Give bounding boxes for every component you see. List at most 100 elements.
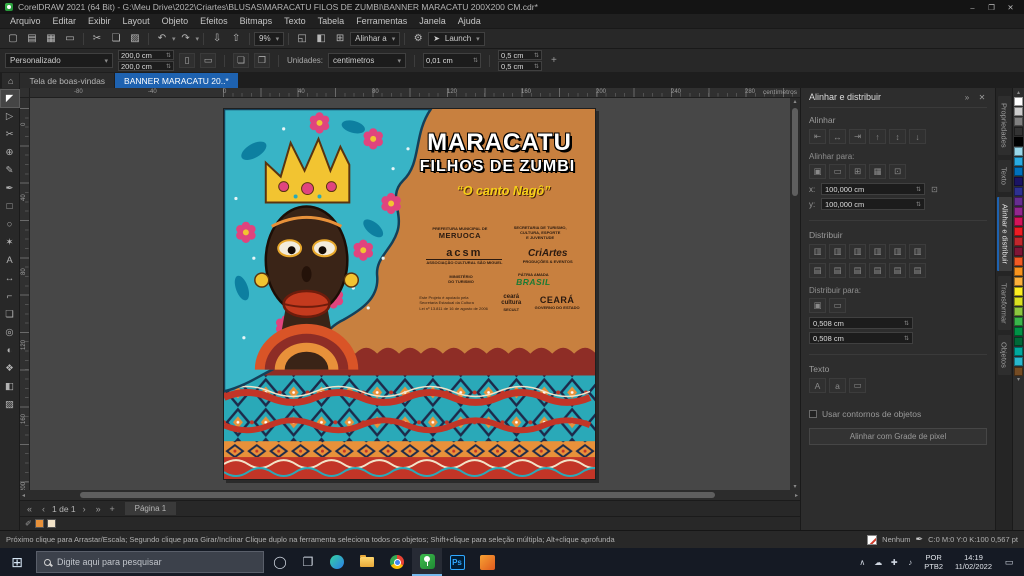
cortana-icon[interactable]: ◯ <box>266 548 294 576</box>
vertical-scrollbar[interactable]: ▴ ▾ <box>790 98 800 490</box>
distribute-extent-page-button[interactable]: ▭ <box>829 298 846 313</box>
spinner-icon[interactable]: ⇅ <box>534 52 539 59</box>
menu-efeitos[interactable]: Efeitos <box>194 15 234 27</box>
spinner-icon[interactable]: ⇅ <box>166 52 171 59</box>
align-page-center-button[interactable]: ⊞ <box>849 164 866 179</box>
scroll-down-icon[interactable]: ▾ <box>793 483 796 490</box>
align-specified-point-button[interactable]: ⊡ <box>889 164 906 179</box>
distribute-h-spacing-field[interactable]: 0,508 cm ⇅ <box>809 317 913 329</box>
distribute-extent-selection-button[interactable]: ▣ <box>809 298 826 313</box>
maximize-button[interactable]: ❐ <box>983 1 1000 13</box>
color-swatch[interactable] <box>1014 157 1023 166</box>
parallel-dimension-tool[interactable]: ↔ <box>1 270 19 287</box>
color-swatch[interactable] <box>1014 277 1023 286</box>
new-document-icon[interactable]: ▢ <box>4 31 22 47</box>
distribute-v-button[interactable]: ▤ <box>829 263 846 278</box>
docker-tab-texto[interactable]: Texto <box>998 160 1011 192</box>
artistic-media-tool[interactable]: ✒ <box>1 180 19 197</box>
snap-toggle-icon[interactable]: ⊞ <box>331 31 349 47</box>
use-object-outline-option[interactable]: Usar contornos de objetos <box>809 409 987 419</box>
add-page-button[interactable]: + <box>107 504 118 514</box>
distribute-h-button[interactable]: ▥ <box>889 244 906 259</box>
align-page-edge-button[interactable]: ▭ <box>829 164 846 179</box>
color-swatch[interactable] <box>1014 187 1023 196</box>
fullscreen-preview-icon[interactable]: ◱ <box>293 31 311 47</box>
launch-select[interactable]: ➤ Launch ▾ <box>428 32 484 46</box>
color-swatch[interactable] <box>1014 297 1023 306</box>
distribute-v-button[interactable]: ▤ <box>849 263 866 278</box>
ruler-origin-corner[interactable] <box>20 88 30 98</box>
horizontal-scrollbar-thumb[interactable] <box>80 492 715 498</box>
distribute-h-button[interactable]: ▥ <box>809 244 826 259</box>
color-swatch[interactable] <box>1014 127 1023 136</box>
docker-tab-propriedades[interactable]: Propriedades <box>998 96 1011 155</box>
use-object-outline-checkbox[interactable] <box>809 410 817 418</box>
align-center-h-button[interactable]: ↔ <box>829 129 846 144</box>
drop-shadow-tool[interactable]: ❏ <box>1 306 19 323</box>
page-preset-select[interactable]: Personalizado ▾ <box>5 53 113 68</box>
color-swatch[interactable] <box>1014 107 1023 116</box>
gear-icon[interactable]: ⚙ <box>409 31 427 47</box>
menu-janela[interactable]: Janela <box>413 15 452 27</box>
rectangle-tool[interactable]: □ <box>1 198 19 215</box>
orange-app-taskbar-icon[interactable] <box>472 548 502 576</box>
color-swatch[interactable] <box>1014 367 1023 376</box>
color-swatch[interactable] <box>1014 207 1023 216</box>
coreldraw-taskbar-icon[interactable] <box>412 548 442 576</box>
scroll-right-icon[interactable]: ▸ <box>795 492 798 499</box>
undo-dropdown-icon[interactable]: ▾ <box>172 35 176 43</box>
zoom-level-select[interactable]: 9% ▾ <box>254 32 284 46</box>
align-active-objects-button[interactable]: ▣ <box>809 164 826 179</box>
docker-tab-transformar[interactable]: Transformar <box>998 276 1011 331</box>
page-width-field[interactable]: 200,0 cm ⇅ <box>118 50 174 60</box>
paste-icon[interactable]: ▨ <box>126 31 144 47</box>
distribute-h-button[interactable]: ▥ <box>849 244 866 259</box>
task-view-icon[interactable]: ❐ <box>294 548 322 576</box>
polygon-tool[interactable]: ✶ <box>1 234 19 251</box>
page-height-field[interactable]: 200,0 cm ⇅ <box>118 61 174 71</box>
align-right-button[interactable]: ⇥ <box>849 129 866 144</box>
color-swatch[interactable] <box>1014 267 1023 276</box>
portrait-button[interactable]: ▯ <box>179 53 195 68</box>
ellipse-tool[interactable]: ○ <box>1 216 19 233</box>
banner-page[interactable]: MARACATU FILHOS DE ZUMBI “O canto Nagô” … <box>223 108 596 480</box>
color-swatch[interactable] <box>1014 287 1023 296</box>
notification-center-icon[interactable]: ▭ <box>998 557 1020 568</box>
palette-scroll-up[interactable]: ▴ <box>1017 90 1020 96</box>
scroll-left-icon[interactable]: ◂ <box>22 492 25 499</box>
print-icon[interactable]: ▭ <box>61 31 79 47</box>
align-y-field[interactable]: 100,000 cm ⇅ <box>821 198 925 210</box>
color-swatch[interactable] <box>1014 347 1023 356</box>
align-x-field[interactable]: 100,000 cm ⇅ <box>821 183 925 195</box>
photoshop-taskbar-icon[interactable]: Ps <box>442 548 472 576</box>
align-left-button[interactable]: ⇤ <box>809 129 826 144</box>
minimize-button[interactable]: – <box>964 1 981 13</box>
menu-arquivo[interactable]: Arquivo <box>4 15 47 27</box>
interactive-fill-tool[interactable]: ◧ <box>1 378 19 395</box>
docker-tab-objetos[interactable]: Objetos <box>998 335 1011 375</box>
export-icon[interactable]: ⇧ <box>227 31 245 47</box>
align-top-button[interactable]: ↑ <box>869 129 886 144</box>
first-page-button[interactable]: « <box>24 504 35 514</box>
color-swatch[interactable] <box>1014 317 1023 326</box>
color-swatch[interactable] <box>1014 197 1023 206</box>
landscape-button[interactable]: ▭ <box>200 53 216 68</box>
open-icon[interactable]: ▤ <box>23 31 41 47</box>
color-swatch[interactable] <box>1014 97 1023 106</box>
color-swatch[interactable] <box>1014 167 1023 176</box>
smart-fill-tool[interactable]: ▨ <box>1 396 19 413</box>
color-eyedropper-tool[interactable]: ❖ <box>1 360 19 377</box>
shield-icon[interactable]: ✚ <box>886 558 902 567</box>
color-swatch[interactable] <box>1014 147 1023 156</box>
color-swatch[interactable] <box>1014 117 1023 126</box>
distribute-h-button[interactable]: ▥ <box>829 244 846 259</box>
units-select[interactable]: centimetros ▾ <box>328 53 406 68</box>
scroll-up-icon[interactable]: ▴ <box>793 98 796 105</box>
distribute-v-button[interactable]: ▤ <box>809 263 826 278</box>
color-swatch[interactable] <box>1014 307 1023 316</box>
color-swatch[interactable] <box>1014 217 1023 226</box>
docker-close-icon[interactable]: ✕ <box>977 93 987 102</box>
contour-tool[interactable]: ◎ <box>1 324 19 341</box>
color-swatch[interactable] <box>1014 177 1023 186</box>
redo-dropdown-icon[interactable]: ▾ <box>196 35 200 43</box>
